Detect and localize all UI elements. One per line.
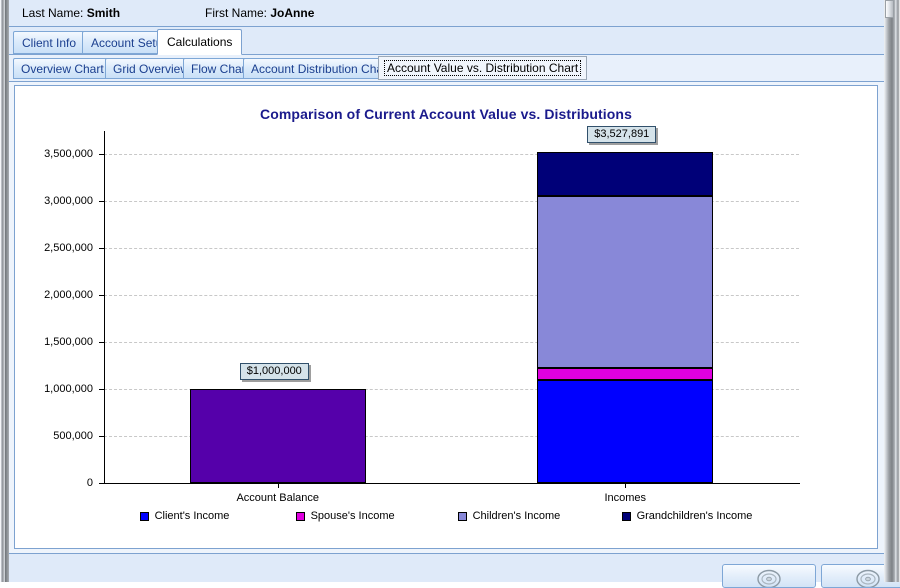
- legend-item: Children's Income: [458, 510, 622, 522]
- tab-grid-overview-label: Grid Overview: [113, 62, 189, 76]
- tab-client-info[interactable]: Client Info: [13, 31, 85, 54]
- tab-calculations-label: Calculations: [167, 35, 232, 49]
- y-axis-tick-label: 500,000: [15, 430, 93, 442]
- tab-account-value-vs-distribution-chart[interactable]: Account Value vs. Distribution Chart: [378, 56, 587, 80]
- first-name-value: JoAnne: [270, 6, 314, 20]
- last-name-field: Last Name: Smith: [22, 6, 120, 20]
- y-axis-tick-label: 3,500,000: [15, 148, 93, 160]
- legend-swatch-icon: [296, 512, 305, 521]
- last-name-label: Last Name:: [22, 6, 83, 20]
- chart-container: Comparison of Current Account Value vs. …: [14, 85, 878, 549]
- content-panel: Comparison of Current Account Value vs. …: [9, 82, 884, 553]
- y-axis-tick-label: 2,000,000: [15, 289, 93, 301]
- y-axis-tick-label: 1,000,000: [15, 383, 93, 395]
- tab-client-info-label: Client Info: [22, 36, 76, 50]
- bar-segment-grandchildren-s-income: [537, 152, 713, 196]
- legend-swatch-icon: [622, 512, 631, 521]
- tab-account-value-vs-distribution-chart-label: Account Value vs. Distribution Chart: [384, 60, 581, 76]
- bar-segment-account-balance: [190, 389, 366, 483]
- legend-label: Grandchildren's Income: [637, 510, 753, 522]
- x-axis-label: Incomes: [604, 492, 646, 504]
- account-value-vs-distribution-chart: Comparison of Current Account Value vs. …: [15, 86, 877, 548]
- tab-flow-chart-label: Flow Chart: [191, 62, 249, 76]
- tab-overview-chart[interactable]: Overview Chart: [13, 58, 112, 79]
- tab-account-distribution-chart-label: Account Distribution Chart: [251, 62, 390, 76]
- chart-y-axis-line: [104, 131, 105, 484]
- client-name-header: Last Name: Smith First Name: JoAnne: [9, 0, 884, 27]
- data-label: $1,000,000: [240, 363, 309, 380]
- first-name-field: First Name: JoAnne: [205, 6, 314, 20]
- legend-swatch-icon: [458, 512, 467, 521]
- x-axis-label: Account Balance: [236, 492, 319, 504]
- toolbar-button-1[interactable]: [722, 564, 816, 588]
- bottom-toolbar: [9, 553, 884, 582]
- disc-icon: [855, 568, 881, 588]
- tab-account-distribution-chart[interactable]: Account Distribution Chart: [243, 58, 398, 79]
- legend-label: Spouse's Income: [311, 510, 395, 522]
- sub-tab-strip: Overview Chart Grid Overview Flow Chart …: [9, 55, 884, 82]
- bar-segment-spouse-s-income: [537, 368, 713, 380]
- y-axis-tick-label: 1,500,000: [15, 336, 93, 348]
- legend-item: Client's Income: [140, 510, 296, 522]
- x-axis-tick-mark: [278, 483, 279, 488]
- disc-icon: [756, 568, 782, 588]
- legend-swatch-icon: [140, 512, 149, 521]
- legend-item: Spouse's Income: [296, 510, 458, 522]
- window-right-scrollbar[interactable]: [884, 0, 895, 582]
- application-window: Last Name: Smith First Name: JoAnne Clie…: [0, 0, 900, 582]
- main-tab-strip: Client Info Account Setup Calculations: [9, 27, 884, 55]
- bar-segment-children-s-income: [537, 196, 713, 368]
- y-axis-tick-label: 2,500,000: [15, 242, 93, 254]
- bar-segment-client-s-income: [537, 380, 713, 483]
- window-right-edge: [895, 0, 900, 582]
- chart-legend: Client's Income Spouse's Income Children's…: [15, 506, 877, 526]
- legend-label: Client's Income: [155, 510, 230, 522]
- legend-label: Children's Income: [473, 510, 561, 522]
- chart-x-axis-line: [104, 483, 800, 484]
- y-axis-tick-label: 3,000,000: [15, 195, 93, 207]
- legend-item: Grandchildren's Income: [622, 510, 753, 522]
- tab-calculations[interactable]: Calculations: [157, 29, 242, 55]
- y-axis-tick-label: 0: [15, 477, 93, 489]
- window-right-scrollbar-thumb[interactable]: [885, 0, 894, 18]
- data-label: $3,527,891: [587, 126, 656, 143]
- first-name-label: First Name:: [205, 6, 267, 20]
- x-axis-tick-mark: [625, 483, 626, 488]
- chart-title: Comparison of Current Account Value vs. …: [15, 106, 877, 122]
- tab-overview-chart-label: Overview Chart: [21, 62, 104, 76]
- last-name-value: Smith: [87, 6, 120, 20]
